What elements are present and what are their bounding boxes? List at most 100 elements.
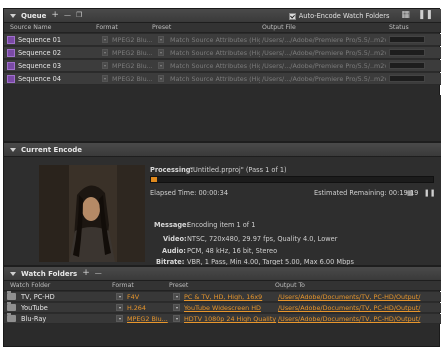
- preset-value[interactable]: PC & TV, HD, High, 16x9: [184, 293, 262, 301]
- audio-label: Audio:: [162, 247, 186, 255]
- preset-dropdown-icon[interactable]: [173, 293, 180, 300]
- queue-title: Queue: [21, 11, 47, 20]
- estimated-remaining: Estimated Remaining: 00:19:19: [314, 189, 419, 197]
- output-file[interactable]: /Users/.../Adobe/Premiere Pro/5.5/..m2v: [262, 36, 386, 44]
- preset-dropdown-icon[interactable]: [158, 49, 164, 56]
- source-name: Sequence 03: [18, 62, 62, 70]
- format-value[interactable]: F4V: [127, 293, 139, 301]
- sequence-icon: [7, 36, 15, 44]
- format-value[interactable]: H.264: [127, 304, 146, 312]
- progress-fill: [151, 177, 157, 182]
- collapse-triangle-icon[interactable]: [10, 147, 16, 152]
- col-output-to[interactable]: Output To: [275, 282, 305, 289]
- preset-dropdown-icon[interactable]: [173, 315, 180, 322]
- queue-row[interactable]: Sequence 03 MPEG2 Blu... Match Source At…: [4, 60, 441, 72]
- pause-icon[interactable]: ❚❚: [418, 11, 433, 20]
- sequence-icon: [7, 49, 15, 57]
- processing-label: Processing:: [150, 166, 194, 174]
- col-preset[interactable]: Preset: [169, 282, 188, 289]
- col-source-name[interactable]: Source Name: [10, 24, 51, 31]
- add-icon[interactable]: +: [51, 11, 59, 20]
- col-output-file[interactable]: Output File: [262, 24, 296, 31]
- message-value: Encoding item 1 of 1: [187, 221, 256, 229]
- message-label: Message:: [154, 221, 190, 229]
- remove-icon[interactable]: —: [64, 11, 71, 20]
- collapse-triangle-icon[interactable]: [10, 271, 16, 276]
- encode-panel-header: Current Encode: [4, 143, 441, 157]
- format-value[interactable]: MPEG2 Blu...: [112, 75, 152, 83]
- preset-value[interactable]: Match Source Attributes (Hig...: [170, 36, 260, 44]
- format-dropdown-icon[interactable]: [102, 49, 108, 56]
- source-name: Sequence 02: [18, 49, 62, 57]
- format-dropdown-icon[interactable]: [102, 36, 108, 43]
- format-value[interactable]: MPEG2 Blu...: [112, 36, 152, 44]
- watch-folder-row[interactable]: YouTube H.264 YouTube Widescreen HD /Use…: [4, 302, 441, 313]
- preset-value[interactable]: HDTV 1080p 24 High Quality: [184, 315, 276, 323]
- col-status[interactable]: Status: [389, 24, 409, 31]
- folder-icon: [7, 313, 16, 322]
- col-preset[interactable]: Preset: [152, 24, 171, 31]
- preset-value[interactable]: Match Source Attributes (Hig...: [170, 49, 260, 57]
- sequence-icon: [7, 62, 15, 70]
- collapse-triangle-icon[interactable]: [10, 13, 16, 18]
- encode-progress-bar: [150, 176, 434, 183]
- queue-row[interactable]: Sequence 04 MPEG2 Blu... Match Source At…: [4, 73, 441, 85]
- format-dropdown-icon[interactable]: [102, 62, 108, 69]
- preview-figure-icon: [39, 165, 145, 262]
- encode-title: Current Encode: [21, 145, 83, 154]
- status-indicator: [389, 75, 425, 82]
- output-file[interactable]: /Users/.../Adobe/Premiere Pro/5.5/..m2v: [262, 49, 386, 57]
- add-icon[interactable]: +: [82, 269, 90, 278]
- video-label: Video:: [163, 235, 187, 243]
- media-encoder-window: Queue + — ❐ Auto-Encode Watch Folders ▦ …: [3, 8, 441, 347]
- output-path[interactable]: /Users/Adobe/Documents/TV, PC-HD/Output/: [278, 315, 420, 323]
- pause-icon[interactable]: ❚❚: [424, 189, 436, 197]
- watch-folder-name: Blu-Ray: [21, 315, 47, 323]
- queue-row[interactable]: Sequence 01 MPEG2 Blu... Match Source At…: [4, 34, 441, 46]
- sequence-icon: [7, 75, 15, 83]
- source-name: Sequence 01: [18, 36, 62, 44]
- preset-dropdown-icon[interactable]: [158, 36, 164, 43]
- format-value[interactable]: MPEG2 Blu...: [112, 62, 152, 70]
- settings-icon[interactable]: ▦: [407, 189, 414, 197]
- auto-encode-checkbox[interactable]: [288, 13, 296, 20]
- watch-panel-header: Watch Folders + —: [4, 267, 441, 281]
- format-value[interactable]: MPEG2 Blu...: [112, 49, 152, 57]
- source-name: Sequence 04: [18, 75, 62, 83]
- col-format[interactable]: Format: [96, 24, 118, 31]
- preset-value[interactable]: Match Source Attributes (Hig...: [170, 75, 260, 83]
- preset-value[interactable]: YouTube Widescreen HD: [184, 304, 261, 312]
- status-indicator: [389, 62, 425, 69]
- folder-icon: [7, 302, 16, 311]
- preset-dropdown-icon[interactable]: [158, 75, 164, 82]
- queue-empty-area[interactable]: [4, 95, 441, 141]
- watch-folder-row[interactable]: Blu-Ray MPEG2 Blu... HDTV 1080p 24 High …: [4, 313, 441, 324]
- preset-value[interactable]: Match Source Attributes (Hig...: [170, 62, 260, 70]
- output-file[interactable]: /Users/.../Adobe/Premiere Pro/5.5/..m2v: [262, 62, 386, 70]
- format-value[interactable]: MPEG2 Blu...: [127, 315, 168, 323]
- preset-dropdown-icon[interactable]: [158, 62, 164, 69]
- status-indicator: [389, 49, 425, 56]
- settings-icon[interactable]: ▦: [401, 11, 410, 20]
- watch-column-header: Watch Folder Format Preset Output To: [4, 281, 441, 291]
- col-watch-folder[interactable]: Watch Folder: [10, 282, 50, 289]
- watch-folder-name: TV, PC-HD: [21, 293, 55, 301]
- format-dropdown-icon[interactable]: [116, 304, 123, 311]
- output-path[interactable]: /Users/Adobe/Documents/TV, PC-HD/Output/: [278, 304, 420, 312]
- queue-row[interactable]: Sequence 02 MPEG2 Blu... Match Source At…: [4, 47, 441, 59]
- output-file[interactable]: /Users/.../Adobe/Premiere Pro/5.5/..m2v: [262, 75, 386, 83]
- encode-controls: ▦ ❚❚: [407, 189, 436, 197]
- remove-icon[interactable]: —: [95, 269, 102, 278]
- elapsed-time: Elapsed Time: 00:00:34: [150, 189, 229, 197]
- col-format[interactable]: Format: [112, 282, 134, 289]
- output-path[interactable]: /Users/Adobe/Documents/TV, PC-HD/Output/: [278, 293, 420, 301]
- preset-dropdown-icon[interactable]: [173, 304, 180, 311]
- format-dropdown-icon[interactable]: [102, 75, 108, 82]
- duplicate-icon[interactable]: ❐: [76, 11, 82, 20]
- video-preview-thumbnail: [39, 165, 145, 262]
- format-dropdown-icon[interactable]: [116, 315, 123, 322]
- queue-panel-header: Queue + — ❐ Auto-Encode Watch Folders ▦ …: [4, 9, 441, 23]
- watch-folder-row[interactable]: TV, PC-HD F4V PC & TV, HD, High, 16x9 /U…: [4, 291, 441, 302]
- format-dropdown-icon[interactable]: [116, 293, 123, 300]
- folder-icon: [7, 291, 16, 300]
